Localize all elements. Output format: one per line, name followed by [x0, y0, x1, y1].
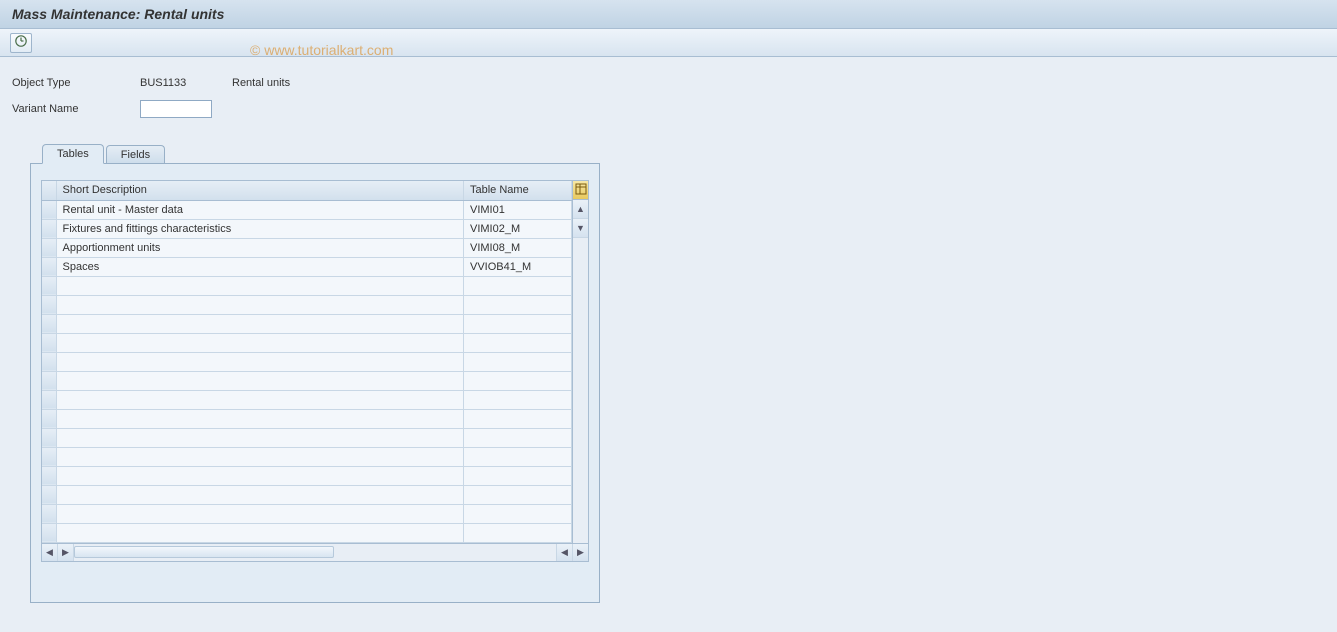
hscroll-thumb[interactable]: [74, 546, 334, 558]
grid-header-row: Short Description Table Name: [42, 181, 572, 200]
scroll-down-button[interactable]: ▼: [573, 219, 588, 238]
table-row-empty[interactable]: [42, 390, 572, 409]
cell-table-name[interactable]: VIMI08_M: [464, 238, 572, 257]
row-selector[interactable]: [42, 371, 56, 390]
vertical-scrollbar[interactable]: ▲ ▼: [572, 181, 588, 543]
cell-short-desc[interactable]: Spaces: [56, 257, 464, 276]
tab-fields[interactable]: Fields: [106, 145, 165, 164]
row-selector[interactable]: [42, 238, 56, 257]
tab-panel: Short Description Table Name Rental unit…: [30, 163, 600, 603]
vscroll-track[interactable]: [573, 238, 588, 543]
table-row-empty[interactable]: [42, 295, 572, 314]
tab-strip: Tables Fields: [42, 141, 600, 163]
grid-wrap: Short Description Table Name Rental unit…: [41, 180, 589, 544]
row-selector[interactable]: [42, 276, 56, 295]
table-row[interactable]: Spaces VVIOB41_M: [42, 257, 572, 276]
page-title: Mass Maintenance: Rental units: [12, 6, 224, 22]
scroll-up-button[interactable]: ▲: [573, 200, 588, 219]
row-selector[interactable]: [42, 219, 56, 238]
cell-table-name[interactable]: VVIOB41_M: [464, 257, 572, 276]
scroll-left-start-button[interactable]: ◀: [42, 544, 58, 561]
object-type-value: BUS1133: [140, 77, 220, 89]
tables-grid: Short Description Table Name Rental unit…: [42, 181, 572, 543]
horizontal-scrollbar[interactable]: ◀ ▶ ◀ ▶: [41, 544, 589, 562]
chevron-right-icon: ▶: [62, 547, 69, 558]
clock-execute-icon: [14, 34, 28, 51]
chevron-left-icon: ◀: [561, 547, 568, 558]
page-title-bar: Mass Maintenance: Rental units: [0, 0, 1337, 29]
variant-name-row: Variant Name: [12, 97, 1325, 121]
row-selector[interactable]: [42, 352, 56, 371]
table-row-empty[interactable]: [42, 485, 572, 504]
cell-short-desc[interactable]: Apportionment units: [56, 238, 464, 257]
row-selector[interactable]: [42, 523, 56, 542]
table-row-empty[interactable]: [42, 352, 572, 371]
table-settings-icon: [575, 183, 587, 198]
table-row[interactable]: Apportionment units VIMI08_M: [42, 238, 572, 257]
chevron-right-icon: ▶: [577, 547, 584, 558]
row-selector[interactable]: [42, 200, 56, 219]
variant-name-input[interactable]: [140, 100, 212, 118]
col-table-name[interactable]: Table Name: [464, 181, 572, 200]
chevron-down-icon: ▼: [576, 223, 585, 233]
scroll-right-button[interactable]: ◀: [556, 544, 572, 561]
chevron-up-icon: ▲: [576, 204, 585, 214]
table-row-empty[interactable]: [42, 314, 572, 333]
row-selector[interactable]: [42, 257, 56, 276]
table-row[interactable]: Rental unit - Master data VIMI01: [42, 200, 572, 219]
object-type-row: Object Type BUS1133 Rental units: [12, 71, 1325, 95]
row-selector[interactable]: [42, 409, 56, 428]
table-row-empty[interactable]: [42, 371, 572, 390]
row-selector[interactable]: [42, 428, 56, 447]
row-selector[interactable]: [42, 466, 56, 485]
row-selector[interactable]: [42, 314, 56, 333]
col-short-description[interactable]: Short Description: [56, 181, 464, 200]
row-selector[interactable]: [42, 504, 56, 523]
row-selector[interactable]: [42, 295, 56, 314]
scroll-left-button[interactable]: ▶: [58, 544, 74, 561]
grid-body: Rental unit - Master data VIMI01 Fixture…: [42, 200, 572, 542]
table-row-empty[interactable]: [42, 428, 572, 447]
select-all-cell[interactable]: [42, 181, 56, 200]
table-settings-button[interactable]: [573, 181, 588, 200]
chevron-left-icon: ◀: [46, 547, 53, 558]
row-selector[interactable]: [42, 447, 56, 466]
cell-table-name[interactable]: VIMI01: [464, 200, 572, 219]
table-row-empty[interactable]: [42, 523, 572, 542]
table-row-empty[interactable]: [42, 409, 572, 428]
scroll-right-end-button[interactable]: ▶: [572, 544, 588, 561]
row-selector[interactable]: [42, 390, 56, 409]
hscroll-track[interactable]: [74, 544, 556, 561]
row-selector[interactable]: [42, 333, 56, 352]
table-row-empty[interactable]: [42, 276, 572, 295]
table-row-empty[interactable]: [42, 447, 572, 466]
tab-tables[interactable]: Tables: [42, 144, 104, 164]
row-selector[interactable]: [42, 485, 56, 504]
execute-button[interactable]: [10, 33, 32, 53]
table-row[interactable]: Fixtures and fittings characteristics VI…: [42, 219, 572, 238]
table-row-empty[interactable]: [42, 504, 572, 523]
object-type-desc: Rental units: [232, 77, 290, 89]
variant-name-label: Variant Name: [12, 103, 140, 115]
form-area: Object Type BUS1133 Rental units Variant…: [0, 57, 1337, 131]
toolbar: [0, 29, 1337, 57]
table-row-empty[interactable]: [42, 333, 572, 352]
cell-short-desc[interactable]: Rental unit - Master data: [56, 200, 464, 219]
cell-table-name[interactable]: VIMI02_M: [464, 219, 572, 238]
tab-container: Tables Fields Short Description Table Na…: [30, 141, 600, 603]
cell-short-desc[interactable]: Fixtures and fittings characteristics: [56, 219, 464, 238]
object-type-label: Object Type: [12, 77, 140, 89]
table-row-empty[interactable]: [42, 466, 572, 485]
